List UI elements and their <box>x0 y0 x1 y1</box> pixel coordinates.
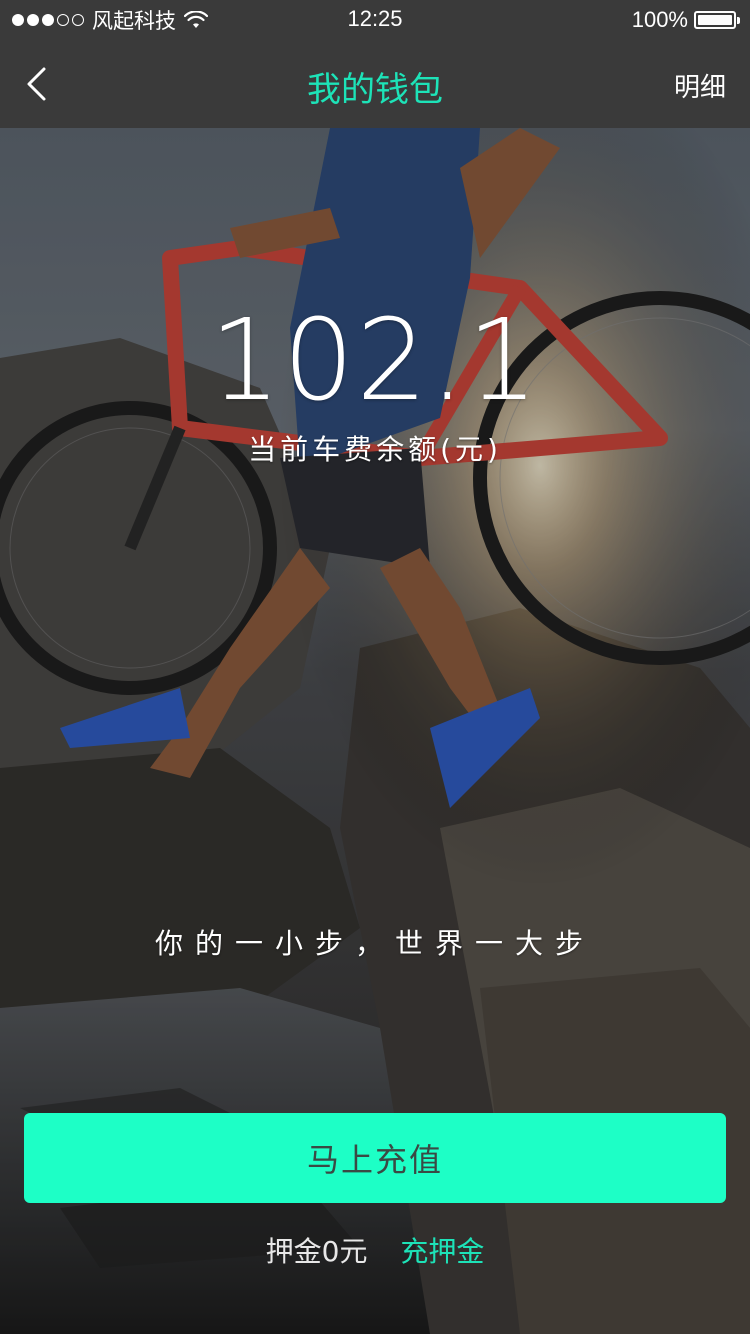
status-right: 100% <box>631 6 740 34</box>
slogan-text: 你的一小步，世界一大步 <box>154 927 595 960</box>
battery-icon <box>694 11 740 29</box>
battery-fill <box>698 15 732 25</box>
deposit-amount: 押金0元 <box>265 1235 368 1268</box>
detail-button[interactable]: 明细 <box>674 67 726 104</box>
page-title: 我的钱包 <box>307 70 443 110</box>
battery-percentage: 100% <box>631 7 688 32</box>
battery-tip <box>737 17 740 24</box>
deposit-row: 押金0元 充押金 <box>0 1230 750 1270</box>
wallet-screen: 风起科技 12:25 100% 我的钱包 明细 102.1 当前车费余额(元) … <box>0 0 750 1334</box>
recharge-button[interactable]: 马上充值 <box>24 1113 726 1203</box>
pay-deposit-link[interactable]: 充押金 <box>400 1235 484 1268</box>
balance-label: 当前车费余额(元) <box>248 433 502 466</box>
status-bar: 风起科技 12:25 100% <box>0 0 750 40</box>
navigation-bar: 我的钱包 明细 <box>0 40 750 128</box>
balance-amount: 102.1 <box>209 296 541 426</box>
